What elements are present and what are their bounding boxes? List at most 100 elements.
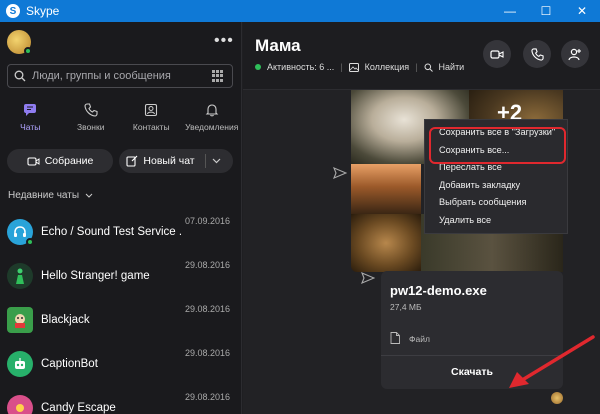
chevron-down-icon	[85, 193, 93, 198]
action-buttons: Собрание Новый чат	[7, 149, 233, 173]
chat-item-blackjack[interactable]: Blackjack 29.08.2016	[0, 298, 242, 342]
online-status-dot	[26, 238, 34, 246]
tab-chats[interactable]: Чаты	[0, 102, 61, 138]
search-icon	[14, 70, 26, 82]
chat-icon	[22, 102, 38, 118]
add-person-icon	[568, 48, 581, 60]
file-type-label: Файл	[409, 334, 430, 344]
tab-calls[interactable]: Звонки	[61, 102, 122, 138]
candy-escape-avatar	[7, 395, 33, 414]
gallery-icon	[348, 62, 359, 72]
sender-avatar	[551, 392, 563, 404]
bot-icon	[15, 358, 25, 369]
chat-item-echo[interactable]: Echo / Sound Test Service . 07.09.2016	[0, 210, 242, 254]
video-meeting-icon	[27, 156, 40, 166]
video-call-button[interactable]	[483, 40, 511, 68]
tab-notifications[interactable]: Уведомления	[182, 102, 243, 138]
divider: |	[415, 62, 418, 72]
collection-link[interactable]: Коллекция	[365, 62, 410, 72]
chat-item-captionbot[interactable]: CaptionBot 29.08.2016	[0, 342, 242, 386]
chat-name: CaptionBot	[41, 358, 98, 370]
chat-date: 29.08.2016	[184, 304, 230, 314]
conversation-subheader: Активность: 6 ... | Коллекция | Найти	[255, 62, 464, 72]
menu-item-select-messages[interactable]: Выбрать сообщения	[425, 194, 567, 212]
echo-avatar	[7, 219, 34, 246]
recent-chats-label: Недавние чаты	[8, 190, 80, 201]
nav-tabs: Чаты Звонки Контакты Уведомления	[0, 102, 242, 138]
activity-status: Активность: 6 ...	[267, 62, 335, 72]
activity-status-dot	[255, 64, 261, 70]
sidebar: ••• Люди, группы и сообщения Чаты Звонки…	[0, 22, 242, 414]
search-input[interactable]: Люди, группы и сообщения	[32, 70, 212, 82]
captionbot-avatar	[7, 351, 33, 377]
tab-notifications-label: Уведомления	[185, 122, 239, 132]
chat-name: Echo / Sound Test Service .	[41, 226, 181, 238]
forward-icon[interactable]	[333, 167, 347, 179]
close-button[interactable]: ✕	[564, 0, 600, 22]
file-name: pw12-demo.exe	[390, 283, 487, 298]
chat-date: 29.08.2016	[184, 348, 230, 358]
compose-icon	[126, 155, 138, 167]
minimize-button[interactable]: —	[492, 0, 528, 22]
chat-name: Candy Escape	[41, 402, 116, 414]
tab-chats-label: Чаты	[20, 122, 41, 132]
find-link[interactable]: Найти	[439, 62, 465, 72]
chat-date: 29.08.2016	[184, 260, 230, 270]
tab-calls-label: Звонки	[77, 122, 105, 132]
contacts-icon	[143, 102, 159, 118]
candy-icon	[16, 404, 24, 412]
annotation-arrow-icon	[509, 335, 595, 388]
skype-logo-icon: S	[6, 4, 20, 18]
maximize-button[interactable]: ☐	[528, 0, 564, 22]
search-icon	[424, 63, 433, 72]
tab-contacts-label: Контакты	[132, 122, 170, 132]
search-box[interactable]: Люди, группы и сообщения	[7, 64, 233, 88]
photo-lion-cub[interactable]	[351, 214, 421, 272]
photo-lion-sunset[interactable]	[351, 164, 421, 214]
chat-date: 07.09.2016	[184, 216, 230, 226]
audio-call-button[interactable]	[523, 40, 551, 68]
chat-list: Echo / Sound Test Service . 07.09.2016 H…	[0, 210, 242, 414]
button-separator	[204, 154, 206, 168]
tab-contacts[interactable]: Контакты	[121, 102, 182, 138]
headset-icon	[14, 226, 26, 237]
menu-item-add-bookmark[interactable]: Добавить закладку	[425, 177, 567, 195]
new-chat-button-label: Новый чат	[143, 155, 195, 167]
new-chat-button[interactable]: Новый чат	[119, 149, 233, 173]
add-participant-button[interactable]	[561, 40, 589, 68]
phone-icon	[83, 102, 99, 118]
video-camera-icon	[490, 49, 504, 59]
chat-name: Hello Stranger! game	[41, 270, 150, 282]
meeting-button-label: Собрание	[44, 155, 94, 167]
chat-date: 29.08.2016	[184, 392, 230, 402]
skype-window: S Skype — ☐ ✕ ••• Люди, группы и сообщен…	[0, 0, 600, 414]
conversation-title[interactable]: Мама	[255, 36, 301, 56]
file-size: 27,4 МБ	[390, 302, 422, 312]
window-controls: — ☐ ✕	[492, 0, 600, 22]
phone-icon	[530, 47, 544, 61]
recent-chats-header[interactable]: Недавние чаты	[8, 190, 93, 201]
forward-icon[interactable]	[361, 272, 375, 284]
menu-item-delete-all[interactable]: Удалить все	[425, 212, 567, 230]
blackjack-avatar	[7, 307, 33, 333]
window-title: Skype	[26, 4, 60, 18]
meeting-button[interactable]: Собрание	[7, 149, 113, 173]
chat-name: Blackjack	[41, 314, 90, 326]
cards-icon	[15, 314, 25, 328]
more-options-icon[interactable]: •••	[214, 32, 234, 50]
chat-item-candy-escape[interactable]: Candy Escape 29.08.2016	[0, 386, 242, 414]
conversation-pane: Мама Активность: 6 ... | Коллекция | Най…	[243, 22, 600, 414]
online-status-dot	[24, 47, 32, 55]
figure-icon	[16, 268, 24, 284]
title-bar: S Skype — ☐ ✕	[0, 0, 600, 22]
my-avatar[interactable]	[7, 30, 32, 55]
hello-stranger-avatar	[7, 263, 33, 289]
highlight-box	[429, 127, 566, 164]
dialpad-icon[interactable]	[212, 70, 224, 82]
chat-item-hello-stranger[interactable]: Hello Stranger! game 29.08.2016	[0, 254, 242, 298]
file-icon	[390, 332, 400, 344]
bell-icon	[204, 102, 220, 118]
chevron-down-icon[interactable]	[212, 158, 221, 164]
conversation-header: Мама Активность: 6 ... | Коллекция | Най…	[243, 22, 600, 90]
divider: |	[340, 62, 343, 72]
